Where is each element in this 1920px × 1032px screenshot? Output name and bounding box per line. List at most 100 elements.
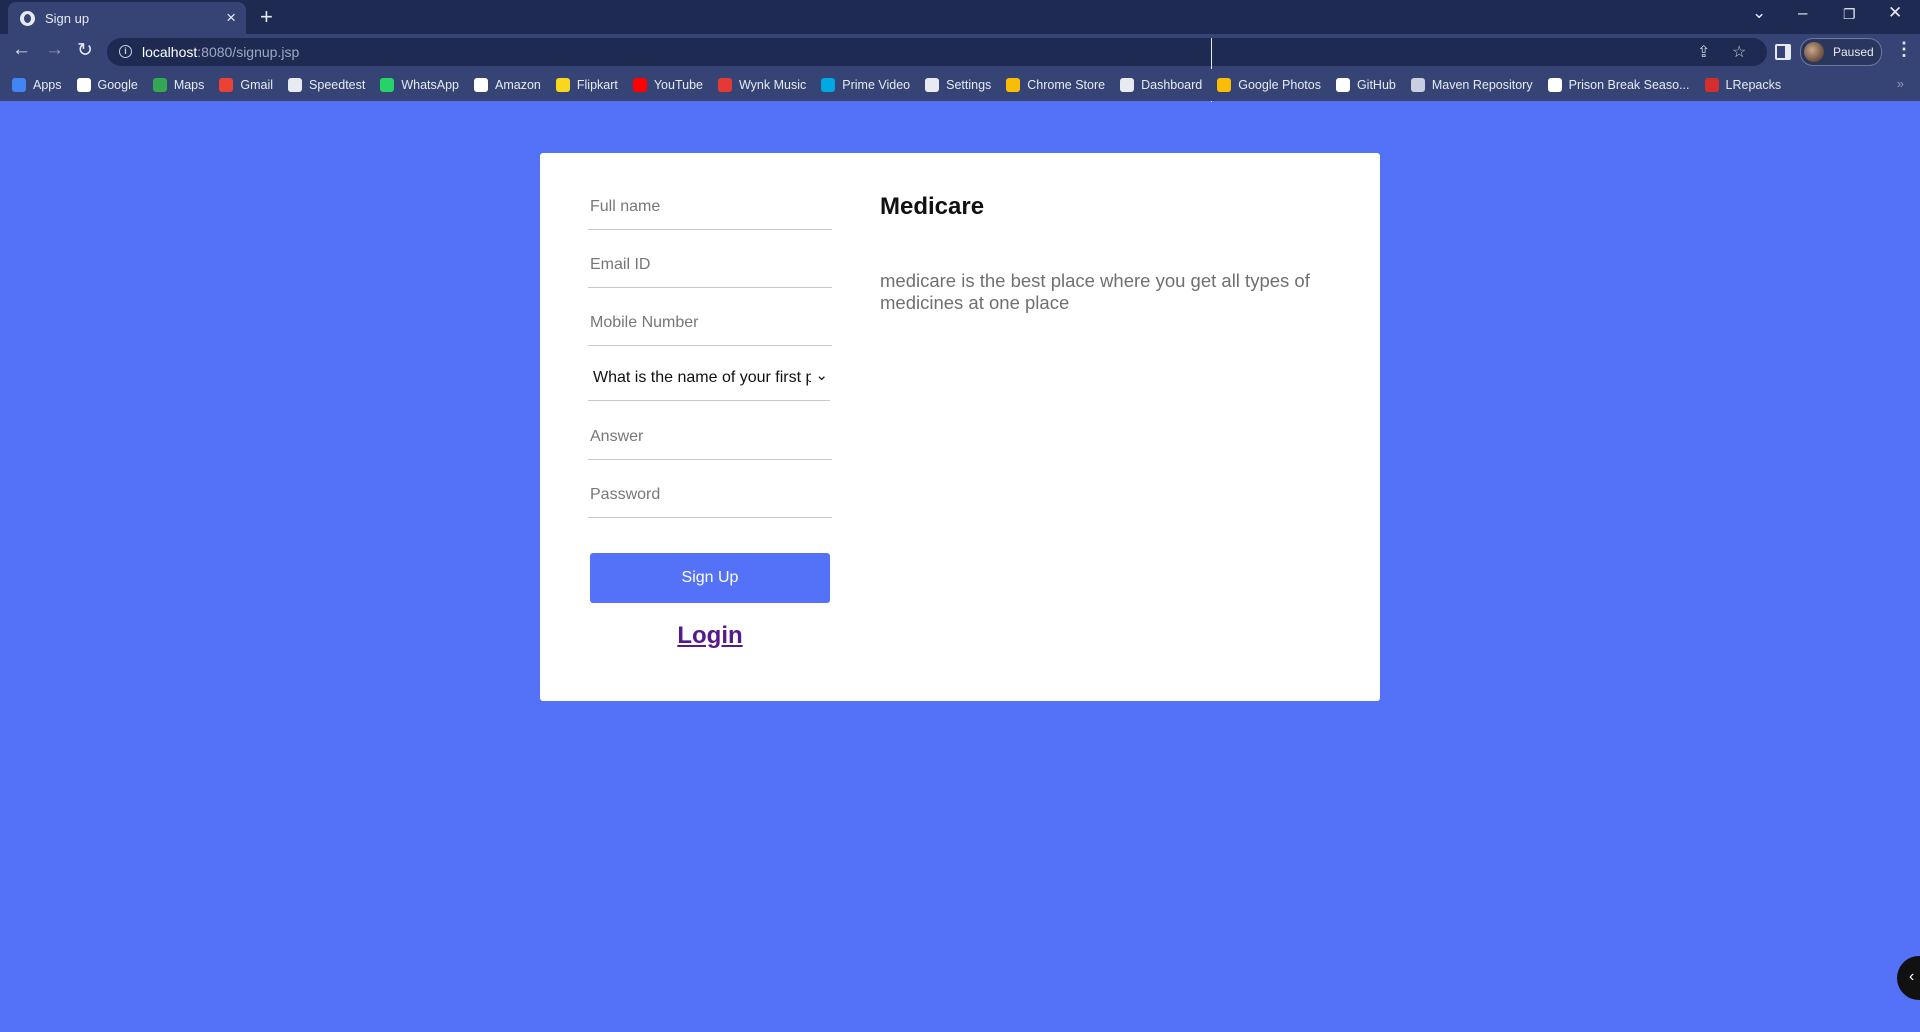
youtube-icon bbox=[632, 78, 647, 92]
menu-icon[interactable]: ⋮ bbox=[1895, 39, 1913, 60]
prime-video-icon bbox=[821, 78, 836, 92]
tab-search-icon[interactable]: ⌄ bbox=[1752, 3, 1766, 23]
bookmark-star-icon[interactable]: ☆ bbox=[1732, 42, 1746, 62]
whatsapp-icon bbox=[380, 78, 395, 92]
security-question-select[interactable]: What is the name of your first pet? ⌄ bbox=[588, 356, 830, 401]
chrome-store-icon bbox=[1006, 78, 1021, 92]
bookmark-label: LRepacks bbox=[1725, 78, 1782, 92]
maps-icon bbox=[152, 78, 167, 92]
bookmark-label: Prison Break Seaso... bbox=[1568, 78, 1690, 92]
browser-tab[interactable]: Sign up × bbox=[8, 2, 246, 34]
signup-button[interactable]: Sign Up bbox=[590, 553, 830, 603]
bookmark-item[interactable]: Gmail bbox=[219, 78, 273, 92]
maven-icon bbox=[1410, 78, 1425, 92]
chevron-left-icon: ‹ bbox=[1909, 968, 1915, 985]
close-icon[interactable]: × bbox=[226, 8, 236, 28]
share-icon[interactable]: ⇪ bbox=[1697, 42, 1710, 62]
url-path: :8080/signup.jsp bbox=[197, 44, 300, 60]
wordpress-icon bbox=[1547, 78, 1562, 92]
signup-card: What is the name of your first pet? ⌄ Si… bbox=[540, 153, 1380, 701]
lrepacks-icon bbox=[1704, 78, 1719, 92]
bookmark-item[interactable]: Google bbox=[76, 78, 138, 92]
security-question-value: What is the name of your first pet? bbox=[593, 369, 811, 386]
bookmark-item[interactable]: Google Photos bbox=[1217, 78, 1321, 92]
bookmark-item[interactable]: Flipkart bbox=[555, 78, 618, 92]
bookmarks-overflow-icon[interactable]: » bbox=[1897, 76, 1904, 91]
email-field[interactable] bbox=[588, 242, 832, 288]
bookmark-item[interactable]: Maps bbox=[152, 78, 205, 92]
bookmark-item[interactable]: Chrome Store bbox=[1006, 78, 1105, 92]
bookmark-item[interactable]: Apps bbox=[12, 78, 62, 92]
bookmark-label: Google Photos bbox=[1238, 78, 1321, 92]
bookmark-label: Maven Repository bbox=[1431, 78, 1533, 92]
fullname-field[interactable] bbox=[588, 184, 832, 230]
browser-toolbar: ← → ↻ i localhost:8080/signup.jsp ⇪ ☆ Pa… bbox=[0, 34, 1920, 102]
mobile-field[interactable] bbox=[588, 300, 832, 346]
bookmark-item[interactable]: Wynk Music bbox=[717, 78, 807, 92]
bookmark-item[interactable]: YouTube bbox=[632, 78, 703, 92]
bookmarks-bar: Apps Google Maps Gmail Speedtest WhatsApp Amaz… bbox=[0, 69, 1920, 101]
bookmark-item[interactable]: Maven Repository bbox=[1410, 78, 1533, 92]
bookmark-label: GitHub bbox=[1356, 78, 1396, 92]
restore-icon[interactable]: ❐ bbox=[1843, 6, 1856, 23]
profile-status: Paused bbox=[1833, 45, 1874, 59]
minimize-icon[interactable]: – bbox=[1798, 3, 1807, 23]
bookmark-item[interactable]: GitHub bbox=[1335, 78, 1396, 92]
apps-grid-icon bbox=[12, 78, 26, 92]
new-tab-icon[interactable]: + bbox=[260, 4, 273, 30]
password-field[interactable] bbox=[588, 472, 832, 518]
bookmark-item[interactable]: Prime Video bbox=[821, 78, 910, 92]
google-photos-icon bbox=[1217, 78, 1232, 92]
gear-icon bbox=[925, 78, 940, 92]
url-text: localhost:8080/signup.jsp bbox=[142, 44, 299, 60]
avatar bbox=[1804, 42, 1824, 62]
bookmark-label: Flipkart bbox=[576, 78, 618, 92]
chevron-down-icon: ⌄ bbox=[815, 367, 828, 384]
bookmark-label: YouTube bbox=[653, 78, 703, 92]
address-bar[interactable]: i localhost:8080/signup.jsp ⇪ ☆ bbox=[107, 38, 1767, 66]
forward-icon[interactable]: → bbox=[45, 39, 64, 61]
bookmark-item[interactable]: Settings bbox=[925, 78, 991, 92]
flipkart-icon bbox=[555, 78, 570, 92]
bookmark-item[interactable]: Amazon bbox=[474, 78, 541, 92]
bookmark-label: WhatsApp bbox=[401, 78, 460, 92]
tab-strip: Sign up × + ⌄ – ❐ ✕ bbox=[0, 0, 1920, 34]
bookmark-label: Maps bbox=[173, 78, 205, 92]
bookmark-label: Speedtest bbox=[309, 78, 366, 92]
login-link[interactable]: Login bbox=[590, 622, 830, 650]
bookmark-label: Gmail bbox=[240, 78, 274, 92]
back-icon[interactable]: ← bbox=[12, 39, 31, 61]
google-icon bbox=[76, 78, 91, 92]
bookmark-label: Dashboard bbox=[1141, 78, 1203, 92]
url-host: localhost bbox=[142, 44, 198, 60]
side-panel-icon[interactable] bbox=[1775, 44, 1791, 60]
page-title: Medicare bbox=[880, 193, 985, 220]
speedtest-icon bbox=[288, 78, 303, 92]
brand-description: medicare is the best place where you get… bbox=[880, 270, 1310, 313]
bookmark-label: Amazon bbox=[495, 78, 541, 92]
bookmark-item[interactable]: LRepacks bbox=[1704, 78, 1782, 92]
gmail-icon bbox=[219, 78, 234, 92]
bookmark-item[interactable]: Prison Break Seaso... bbox=[1547, 78, 1690, 92]
bookmark-item[interactable]: Dashboard bbox=[1120, 78, 1202, 92]
amazon-icon bbox=[474, 78, 489, 92]
bookmark-label: Wynk Music bbox=[738, 78, 807, 92]
window-close-icon[interactable]: ✕ bbox=[1888, 3, 1902, 23]
profile-button[interactable]: Paused bbox=[1800, 38, 1882, 66]
wynk-icon bbox=[717, 78, 732, 92]
bookmark-label: Google bbox=[97, 78, 138, 92]
globe-icon bbox=[20, 10, 35, 26]
bookmark-item[interactable]: WhatsApp bbox=[380, 78, 459, 92]
bookmark-label: Settings bbox=[946, 78, 992, 92]
site-info-icon[interactable]: i bbox=[119, 45, 132, 58]
tab-title: Sign up bbox=[45, 10, 90, 26]
floating-action-button[interactable]: ‹ bbox=[1897, 956, 1920, 1000]
bookmark-item[interactable]: Speedtest bbox=[288, 78, 365, 92]
github-icon bbox=[1335, 78, 1350, 92]
dashboard-icon bbox=[1120, 78, 1135, 92]
bookmark-label: Prime Video bbox=[842, 78, 911, 92]
bookmark-label: Chrome Store bbox=[1027, 78, 1106, 92]
bookmark-label: Apps bbox=[33, 78, 62, 92]
reload-icon[interactable]: ↻ bbox=[77, 39, 93, 62]
answer-field[interactable] bbox=[588, 414, 832, 460]
